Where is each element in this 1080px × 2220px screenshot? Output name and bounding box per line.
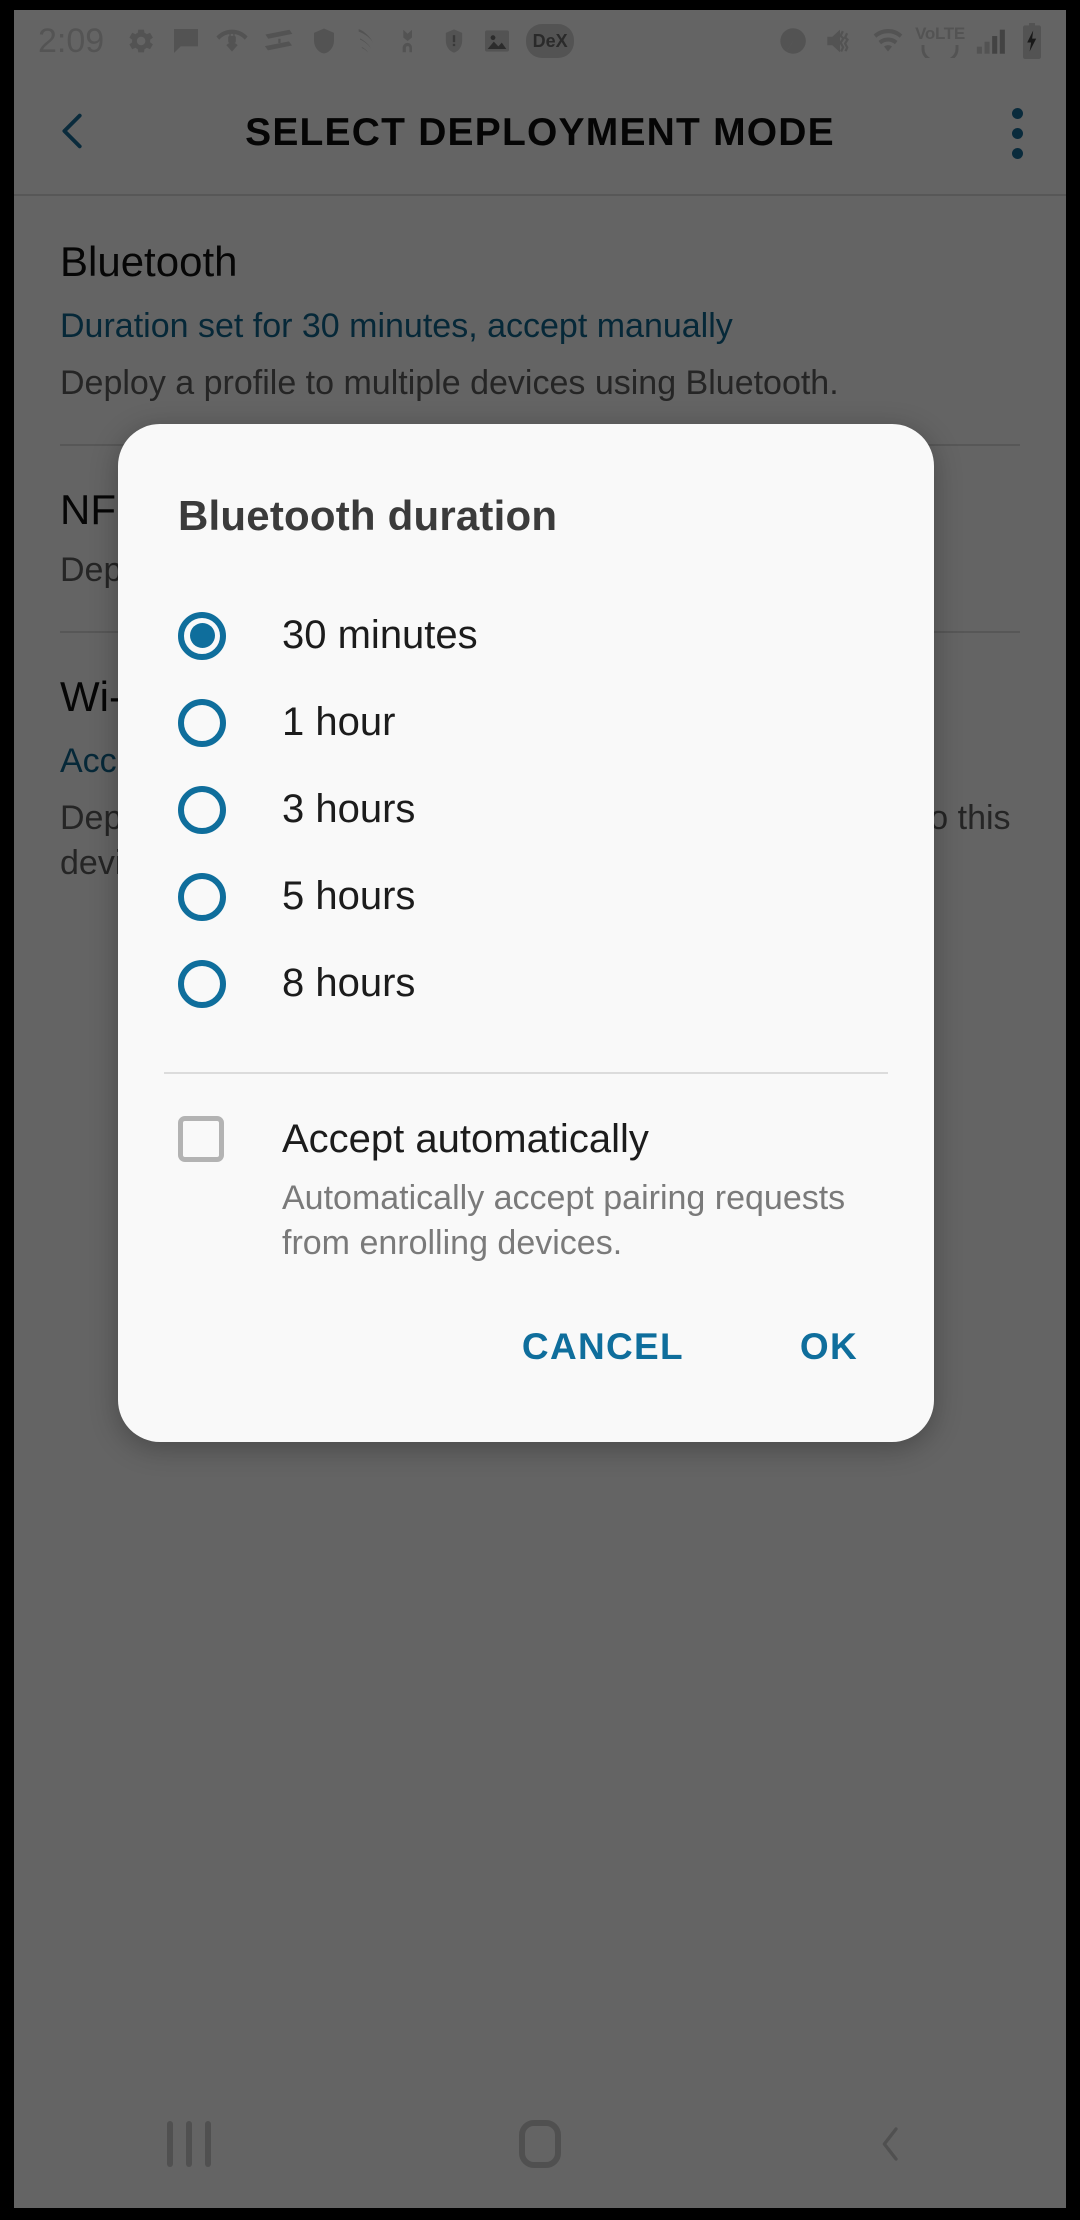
radio-option-label: 30 minutes	[282, 613, 478, 657]
radio-option-30-minutes[interactable]: 30 minutes	[118, 592, 934, 679]
cancel-button[interactable]: CANCEL	[502, 1312, 704, 1382]
checkbox-icon	[178, 1116, 224, 1162]
checkbox-label: Accept automatically	[282, 1116, 649, 1161]
radio-icon	[178, 698, 226, 747]
radio-option-1-hour[interactable]: 1 hour	[118, 679, 934, 766]
ok-button[interactable]: OK	[780, 1312, 878, 1382]
radio-icon	[178, 785, 226, 834]
radio-icon	[178, 959, 226, 1008]
radio-option-label: 1 hour	[282, 700, 396, 744]
dialog-title: Bluetooth duration	[178, 492, 558, 539]
bluetooth-duration-dialog: Bluetooth duration 30 minutes 1 hour 3 h…	[118, 424, 934, 1443]
radio-icon-selected	[178, 611, 226, 660]
device-frame: 2:09 DeX	[0, 0, 1080, 2220]
radio-option-label: 8 hours	[282, 961, 416, 1005]
dialog-actions: CANCEL OK	[118, 1266, 934, 1442]
duration-radio-group: 30 minutes 1 hour 3 hours 5 hours 8 hour	[118, 540, 934, 1027]
radio-option-8-hours[interactable]: 8 hours	[118, 940, 934, 1027]
radio-icon	[178, 872, 226, 921]
radio-option-label: 5 hours	[282, 874, 416, 918]
radio-option-label: 3 hours	[282, 787, 416, 831]
radio-option-5-hours[interactable]: 5 hours	[118, 853, 934, 940]
phone-screen: 2:09 DeX	[14, 10, 1066, 2208]
radio-option-3-hours[interactable]: 3 hours	[118, 766, 934, 853]
accept-automatically-checkbox-row[interactable]: Accept automatically	[118, 1074, 934, 1162]
checkbox-help-text: Automatically accept pairing requests fr…	[282, 1179, 846, 1263]
